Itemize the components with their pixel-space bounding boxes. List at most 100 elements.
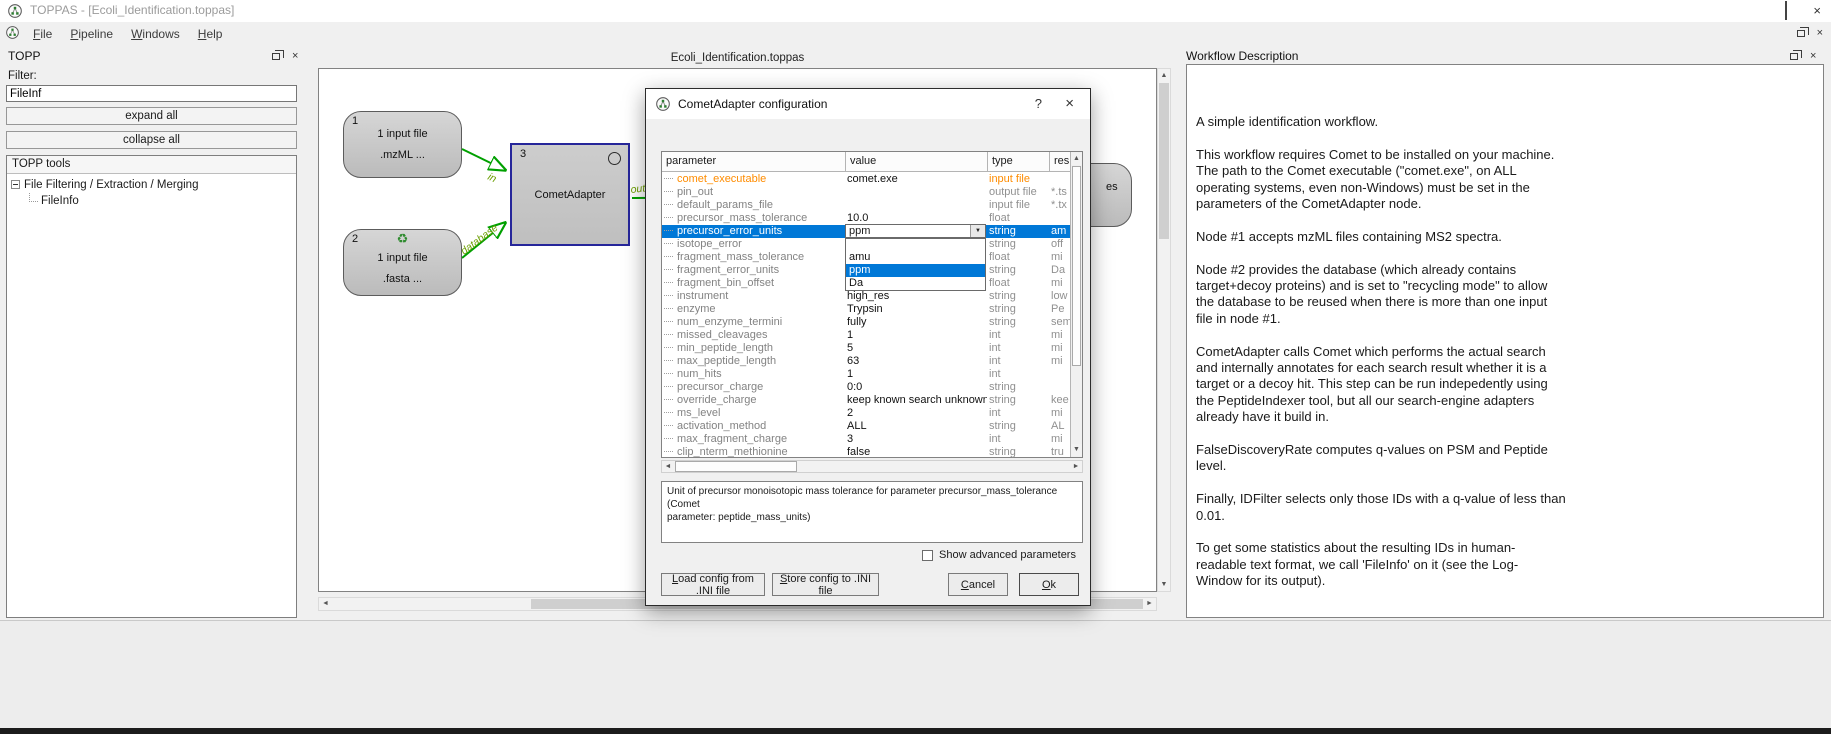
tree-item-fileinfo[interactable]: FileInfo xyxy=(29,193,296,208)
combobox-value: ppm xyxy=(849,225,870,237)
topp-panel-float-icon[interactable] xyxy=(272,53,280,60)
scroll-left-icon[interactable]: ◄ xyxy=(662,461,674,472)
param-row-clip_nterm_methionine[interactable]: clip_nterm_methioninefalsestringtru xyxy=(662,446,1072,459)
dropdown-options: amuppmDa xyxy=(846,251,985,290)
workflow-description-line: and internally annotates for each search… xyxy=(1196,360,1813,376)
param-row-activation_method[interactable]: activation_methodALLstringAL xyxy=(662,420,1072,433)
taskbar-edge xyxy=(0,728,1831,734)
workflow-description-line: the database to be reused when there is … xyxy=(1196,294,1813,310)
scroll-left-icon[interactable]: ◄ xyxy=(319,598,332,610)
menu-item-help[interactable]: Help xyxy=(189,25,232,43)
parameter-table: parameter value type res comet_executabl… xyxy=(661,151,1083,458)
menu-item-file[interactable]: File xyxy=(24,25,61,43)
param-restrictions: mi xyxy=(1051,277,1071,290)
scroll-down-icon[interactable]: ▼ xyxy=(1071,444,1082,456)
precursor-error-units-combobox[interactable]: ppm ▼ xyxy=(845,224,986,238)
scroll-right-icon[interactable]: ► xyxy=(1070,461,1082,472)
param-type: string xyxy=(989,303,1049,316)
mdi-restore-icon[interactable] xyxy=(1797,30,1805,37)
collapse-expander-icon[interactable] xyxy=(11,180,20,189)
mdi-close-icon[interactable]: × xyxy=(1817,27,1823,39)
column-header-restrictions[interactable]: res xyxy=(1050,152,1072,172)
dropdown-option-Da[interactable]: Da xyxy=(846,277,985,290)
workflow-description-line: Window for its output). xyxy=(1196,573,1813,589)
cancel-button[interactable]: Cancel xyxy=(948,573,1008,596)
node-title-fragment: es xyxy=(1106,181,1118,193)
combobox-dropdown-icon[interactable]: ▼ xyxy=(970,225,985,237)
param-name: default_params_file xyxy=(664,199,845,212)
dropdown-option-ppm[interactable]: ppm xyxy=(846,264,985,277)
workflow-description-line: parameters of the CometAdapter node. xyxy=(1196,196,1813,212)
tree-item-label: FileInfo xyxy=(41,195,79,207)
load-config-button[interactable]: Load config from .INI file xyxy=(661,573,765,596)
param-row-max_peptide_length[interactable]: max_peptide_length63intmi xyxy=(662,355,1072,368)
workflow-panel-close-icon[interactable]: × xyxy=(1810,50,1816,62)
scroll-down-icon[interactable]: ▼ xyxy=(1158,578,1170,591)
column-header-value[interactable]: value xyxy=(846,152,988,172)
menu-item-pipeline[interactable]: Pipeline xyxy=(61,25,122,43)
tree-item-file-filtering[interactable]: File Filtering / Extraction / Merging xyxy=(11,178,296,193)
workflow-description-line: already have it build in. xyxy=(1196,409,1813,425)
param-name: max_peptide_length xyxy=(664,355,845,368)
table-vertical-scrollbar[interactable]: ▲ ▼ xyxy=(1070,152,1082,457)
param-row-instrument[interactable]: instrumenthigh_resstringlow xyxy=(662,290,1072,303)
param-restrictions: mi xyxy=(1051,342,1071,355)
param-row-num_hits[interactable]: num_hits1int xyxy=(662,368,1072,381)
param-restrictions xyxy=(1051,368,1071,381)
param-value: 3 xyxy=(847,433,987,446)
tree-branch-icon xyxy=(29,193,38,202)
document-icon xyxy=(6,26,19,44)
workflow-panel-float-icon[interactable] xyxy=(1790,53,1798,60)
param-row-missed_cleavages[interactable]: missed_cleavages1intmi xyxy=(662,329,1072,342)
scroll-right-icon[interactable]: ► xyxy=(1143,598,1156,610)
canvas-vertical-scrollbar[interactable]: ▲ ▼ xyxy=(1157,68,1171,592)
param-row-ms_level[interactable]: ms_level2intmi xyxy=(662,407,1072,420)
table-scroll-thumb[interactable] xyxy=(1072,166,1081,366)
close-window-icon[interactable]: × xyxy=(1813,5,1821,17)
input-file-node-fasta[interactable]: 2 ♻ 1 input file .fasta ... xyxy=(343,229,462,296)
param-row-override_charge[interactable]: override_chargekeep known search unknown… xyxy=(662,394,1072,407)
menu-item-windows[interactable]: Windows xyxy=(122,25,189,43)
param-row-max_fragment_charge[interactable]: max_fragment_charge3intmi xyxy=(662,433,1072,446)
dialog-title-bar[interactable]: CometAdapter configuration ? × xyxy=(646,89,1090,119)
cometadapter-node[interactable]: 3 CometAdapter xyxy=(510,143,630,246)
expand-all-button[interactable]: expand all xyxy=(6,107,297,125)
table-hscroll-thumb[interactable] xyxy=(675,461,797,472)
show-advanced-checkbox[interactable] xyxy=(922,550,933,561)
dialog-close-icon[interactable]: × xyxy=(1065,95,1074,112)
input-file-node-mzml[interactable]: 1 1 input file .mzML ... xyxy=(343,111,462,178)
vertical-scroll-thumb[interactable] xyxy=(1159,83,1169,239)
menu-bar: FilePipelineWindowsHelp × xyxy=(0,22,1831,45)
param-row-pin_out[interactable]: pin_outoutput file*.ts xyxy=(662,186,1072,199)
table-horizontal-scrollbar[interactable]: ◄ ► xyxy=(661,460,1083,473)
param-value xyxy=(847,186,987,199)
show-advanced-label[interactable]: Show advanced parameters xyxy=(939,549,1076,561)
filter-input[interactable] xyxy=(6,85,297,102)
workflow-description-line xyxy=(1196,130,1813,146)
maximize-window-icon[interactable] xyxy=(1785,2,1787,20)
param-row-enzyme[interactable]: enzymeTrypsinstringPe xyxy=(662,303,1072,316)
workflow-description-line: The path to the Comet executable ("comet… xyxy=(1196,163,1813,179)
param-type: int xyxy=(989,329,1049,342)
dialog-help-icon[interactable]: ? xyxy=(1035,96,1042,111)
column-header-type[interactable]: type xyxy=(988,152,1050,172)
node-subtitle: .mzML ... xyxy=(380,149,425,161)
param-row-num_enzyme_termini[interactable]: num_enzyme_terminifullystringsem xyxy=(662,316,1072,329)
filter-label: Filter: xyxy=(8,70,37,82)
param-name: precursor_mass_tolerance xyxy=(664,212,845,225)
topp-panel-close-icon[interactable]: × xyxy=(292,50,298,62)
dropdown-option-amu[interactable]: amu xyxy=(846,251,985,264)
window-title: TOPPAS - [Ecoli_Identification.toppas] xyxy=(30,3,234,17)
scroll-up-icon[interactable]: ▲ xyxy=(1071,153,1082,165)
node-title: 1 input file xyxy=(377,128,427,140)
ok-button[interactable]: Ok xyxy=(1019,573,1079,596)
workflow-description-box[interactable]: A simple identification workflow.This wo… xyxy=(1186,64,1824,618)
store-config-button[interactable]: Store config to .INI file xyxy=(772,573,879,596)
scroll-up-icon[interactable]: ▲ xyxy=(1158,69,1170,82)
column-header-parameter[interactable]: parameter xyxy=(662,152,846,172)
param-row-default_params_file[interactable]: default_params_fileinput file*.tx xyxy=(662,199,1072,212)
param-row-comet_executable[interactable]: comet_executablecomet.exeinput file xyxy=(662,173,1072,186)
collapse-all-button[interactable]: collapse all xyxy=(6,131,297,149)
param-row-min_peptide_length[interactable]: min_peptide_length5intmi xyxy=(662,342,1072,355)
param-row-precursor_charge[interactable]: precursor_charge0:0string xyxy=(662,381,1072,394)
